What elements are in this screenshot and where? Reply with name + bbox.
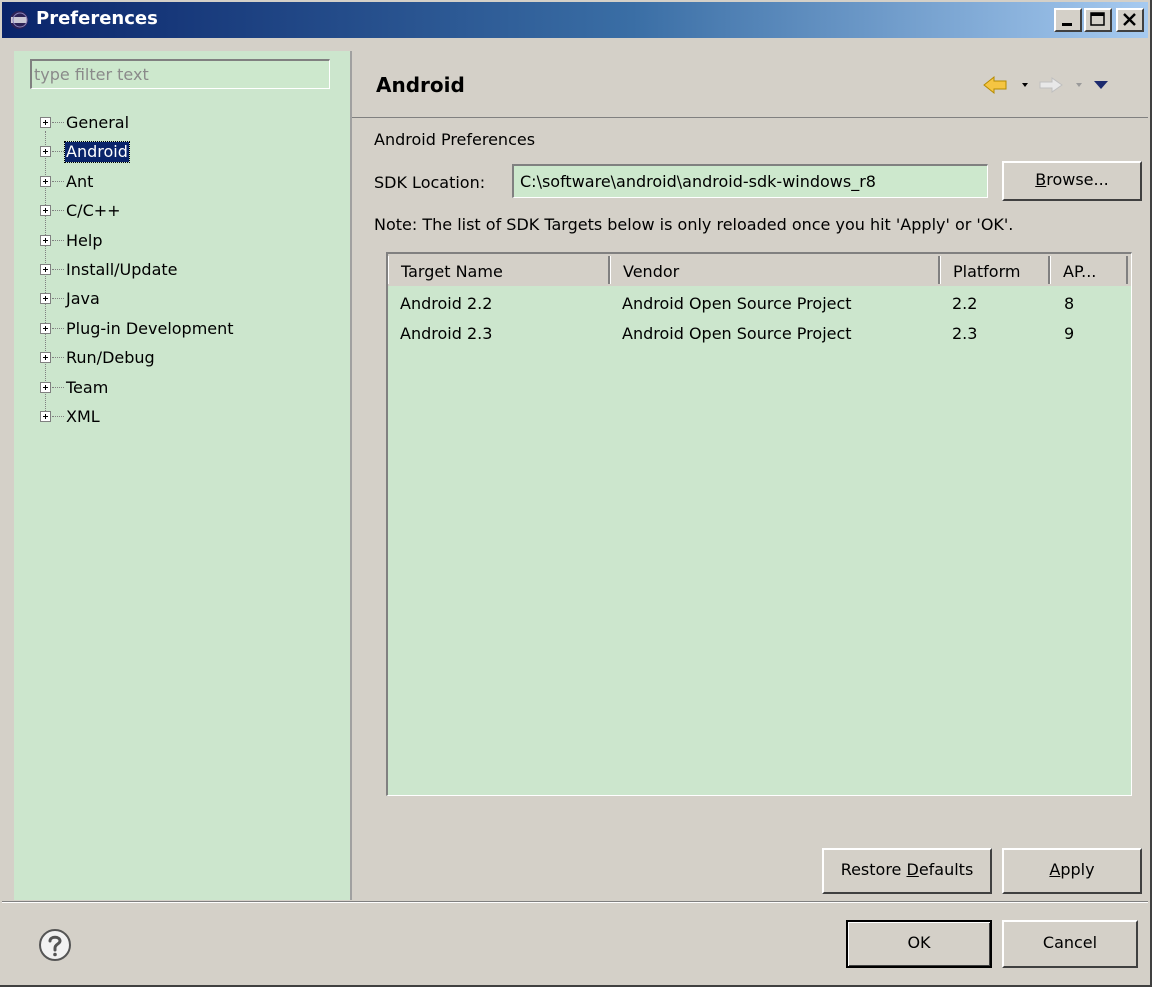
expand-icon[interactable] (40, 322, 51, 334)
column-header-api[interactable]: AP... (1050, 256, 1128, 284)
window-title: Preferences (36, 8, 158, 29)
tree-item-label: Help (66, 230, 103, 250)
section-label: Android Preferences (374, 130, 536, 149)
back-arrow-icon[interactable] (983, 75, 1007, 95)
restore-defaults-button[interactable]: Restore Defaults (822, 848, 992, 894)
help-icon[interactable] (38, 928, 72, 962)
expand-icon[interactable] (40, 146, 51, 158)
close-button[interactable] (1116, 8, 1144, 32)
browse-button[interactable]: Browse... (1002, 161, 1142, 201)
back-dropdown-icon[interactable] (1022, 83, 1028, 87)
tree-item-label: General (66, 113, 130, 132)
footer-separator (2, 901, 1148, 903)
tree-connector (52, 180, 64, 182)
expand-icon[interactable] (40, 234, 51, 246)
restore-label-pre: Restore (840, 860, 907, 879)
forward-arrow-icon[interactable] (1039, 77, 1063, 93)
tree-connector (52, 122, 64, 123)
apply-button[interactable]: Apply (1002, 848, 1142, 894)
apply-mnemonic: A (1049, 860, 1061, 879)
expand-icon[interactable] (40, 410, 51, 422)
vendor-cell: Android Open Source Project (622, 294, 852, 313)
tree-item-label: Team (66, 377, 109, 397)
close-icon (1123, 13, 1136, 26)
tree-item-label: Plug-in Development (66, 318, 234, 338)
eclipse-icon (10, 11, 28, 29)
apply-label: pply (1060, 860, 1095, 879)
tree-item-label: Install/Update (66, 259, 178, 279)
sdk-location-label: SDK Location: (374, 173, 486, 192)
restore-mnemonic: D (906, 860, 919, 879)
preferences-dialog: Preferences General Android Ant C/C++ Help In… (0, 0, 1152, 987)
tree-connector (52, 357, 64, 359)
tree-item-label: C/C++ (66, 201, 121, 221)
platform-cell: 2.2 (952, 294, 978, 313)
expand-icon[interactable] (40, 117, 51, 128)
expand-icon[interactable] (40, 263, 51, 275)
tree-connector (52, 239, 64, 241)
expand-icon[interactable] (40, 293, 51, 305)
tree-connector (52, 268, 64, 270)
expand-icon[interactable] (40, 352, 51, 364)
api-cell: 8 (1064, 294, 1075, 313)
ok-button[interactable]: OK (846, 920, 992, 968)
expand-icon[interactable] (40, 205, 51, 217)
table-row[interactable]: Android 2.3 Android Open Source Project … (388, 320, 1131, 350)
api-cell: 9 (1064, 324, 1075, 343)
platform-cell: 2.3 (952, 324, 978, 343)
tree-item-label: XML (66, 406, 100, 426)
forward-dropdown-icon[interactable] (1076, 83, 1082, 87)
tree-guide-line (45, 131, 46, 421)
filter-input[interactable] (30, 59, 330, 89)
tree-connector (52, 151, 64, 153)
tree-item-label: Java (66, 289, 100, 309)
table-row[interactable]: Android 2.2 Android Open Source Project … (388, 290, 1131, 320)
tree-connector (52, 415, 64, 417)
browse-label: rowse... (1046, 170, 1109, 189)
tree-connector (52, 386, 64, 388)
tree-item-label: Run/Debug (66, 348, 155, 368)
target-name-cell: Android 2.2 (400, 294, 493, 313)
preferences-sidebar: General Android Ant C/C++ Help Install/Update… (14, 51, 352, 900)
sdk-note: Note: The list of SDK Targets below is o… (374, 215, 1014, 234)
sdk-targets-table[interactable]: Target Name Vendor Platform AP... Androi… (386, 252, 1132, 796)
table-header: Target Name Vendor Platform AP... (388, 254, 1131, 286)
expand-icon[interactable] (40, 175, 51, 187)
browse-mnemonic: B (1035, 170, 1047, 189)
page-title: Android (376, 73, 465, 97)
target-name-cell: Android 2.3 (400, 324, 493, 343)
tree-item-label: Ant (66, 171, 94, 191)
column-header-target-name[interactable]: Target Name (388, 256, 610, 284)
view-menu-icon[interactable] (1094, 81, 1108, 89)
maximize-button[interactable] (1084, 8, 1112, 32)
restore-label-post: efaults (918, 860, 974, 879)
maximize-icon (1090, 12, 1105, 26)
tree-connector (52, 210, 64, 212)
minimize-button[interactable] (1054, 8, 1082, 32)
column-header-platform[interactable]: Platform (940, 256, 1050, 284)
vendor-cell: Android Open Source Project (622, 324, 852, 343)
column-header-vendor[interactable]: Vendor (610, 256, 940, 284)
title-bar[interactable]: Preferences (2, 2, 1148, 38)
cancel-button[interactable]: Cancel (1002, 920, 1138, 968)
tree-item-label: Android (64, 141, 130, 164)
page-header: Android (352, 51, 1148, 118)
tree-connector (52, 327, 64, 329)
sdk-location-field[interactable]: C:\software\android\android-sdk-windows_… (512, 164, 988, 198)
expand-icon[interactable] (40, 381, 51, 393)
minimize-icon (1062, 23, 1072, 26)
tree-connector (52, 298, 64, 300)
page-navigation (982, 75, 1122, 95)
